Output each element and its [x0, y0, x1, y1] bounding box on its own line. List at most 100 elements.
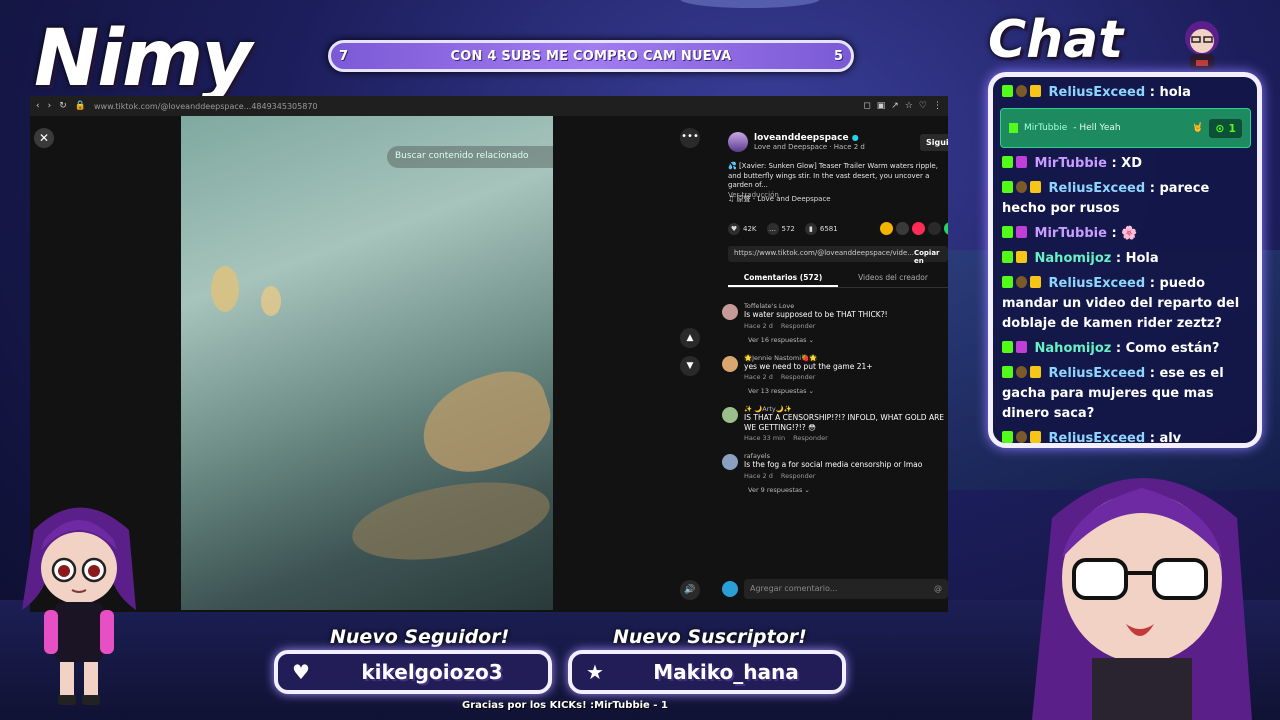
chat-text: : hola — [1149, 85, 1191, 100]
view-replies-button[interactable]: Ver 13 respuestas ⌄ — [748, 387, 873, 395]
share-icon[interactable]: ↗ — [891, 101, 899, 111]
forward-icon[interactable]: › — [48, 101, 52, 111]
save-stat[interactable]: ▮ 6581 — [804, 223, 838, 235]
crown-badge-icon — [1030, 431, 1041, 443]
commenter-avatar[interactable] — [722, 407, 738, 423]
back-icon[interactable]: ‹ — [36, 101, 40, 111]
reply-button[interactable]: Responder — [781, 322, 816, 330]
url-field[interactable]: www.tiktok.com/@loveanddeepspace...48493… — [94, 102, 855, 111]
chat-username[interactable]: MirTubbie — [1035, 156, 1107, 171]
chat-username[interactable]: ReliusExceed — [1049, 431, 1146, 443]
address-bar: ‹ › ↻ 🔒 www.tiktok.com/@loveanddeepspace… — [30, 96, 948, 116]
tab-creator-videos[interactable]: Videos del creador — [838, 266, 948, 287]
add-comment-input[interactable]: Agregar comentario... @ — [744, 579, 948, 599]
kicks-icon: ⊙ — [1215, 121, 1225, 135]
commenter-avatar[interactable] — [722, 454, 738, 470]
chat-text: : 🌸 — [1111, 226, 1138, 241]
kicks-amount: ⊙ 1 — [1209, 118, 1242, 138]
video-link[interactable]: https://www.tiktok.com/@loveanddeepspace… — [734, 249, 914, 259]
share-coin-icon[interactable] — [880, 222, 893, 235]
comment-stat[interactable]: … 572 — [766, 223, 795, 235]
commenter-name[interactable]: ✨ 🌙Arty🌙✨ — [744, 405, 948, 413]
chat-message: ReliusExceed : parece hecho por rusos — [1002, 179, 1249, 219]
extension-icon[interactable]: ▣ — [877, 101, 886, 111]
commenter-name[interactable]: Toffelate's Love — [744, 302, 888, 310]
bookmark-icon[interactable]: ◻ — [863, 101, 870, 111]
description-text: 💦 [Xavier: Sunken Glow] Teaser Trailer W… — [728, 162, 938, 189]
related-search-input[interactable]: Buscar contenido relacionado ⌕ — [387, 146, 553, 168]
chat-message: ReliusExceed : hola — [1002, 83, 1249, 103]
previous-video-button[interactable]: ▲ — [680, 328, 700, 348]
chibi-avatar-left — [22, 507, 136, 705]
share-green-icon[interactable] — [944, 222, 948, 235]
chat-username[interactable]: ReliusExceed — [1049, 276, 1146, 291]
commenter-avatar[interactable] — [722, 304, 738, 320]
close-video-button[interactable]: ✕ — [34, 128, 54, 148]
heart-icon[interactable]: ♡ — [919, 101, 927, 111]
kick-badge-icon — [1002, 156, 1013, 168]
music-info[interactable]: ♫ 原聲 - Love and Deepspace — [728, 194, 831, 204]
author-username[interactable]: loveanddeepspace — [754, 133, 849, 143]
sub-badge-icon — [1016, 276, 1027, 288]
comment-list: Toffelate's Love Is water supposed to be… — [722, 302, 948, 504]
heart-icon: ♥ — [292, 660, 310, 684]
chat-message: Nahomijoz : Como están? — [1002, 339, 1249, 359]
star-icon: ★ — [586, 660, 604, 684]
chat-title: Chat — [988, 10, 1124, 70]
reload-icon[interactable]: ↻ — [59, 101, 67, 111]
kick-badge-icon — [1009, 123, 1018, 133]
video-frame-detail — [261, 286, 281, 316]
follow-button[interactable]: Siguie — [920, 134, 948, 151]
comment-time: Hace 33 min — [744, 434, 786, 442]
comment-item: Toffelate's Love Is water supposed to be… — [722, 302, 948, 344]
more-options-button[interactable]: ••• — [680, 128, 700, 148]
share-red-icon[interactable] — [912, 222, 925, 235]
view-replies-button[interactable]: Ver 16 respuestas ⌄ — [748, 336, 888, 344]
commenter-name[interactable]: 🌟Jennie Nastomi🍓🌟 — [744, 354, 873, 362]
chat-username[interactable]: ReliusExceed — [1049, 366, 1146, 381]
chat-username[interactable]: Nahomijoz — [1035, 341, 1112, 356]
chat-username[interactable]: Nahomijoz — [1035, 251, 1112, 266]
vtuber-avatar-right — [1032, 478, 1252, 720]
video-player[interactable]: Buscar contenido relacionado ⌕ — [181, 116, 553, 610]
add-comment-placeholder: Agregar comentario... — [750, 584, 838, 593]
chat-text: : Como están? — [1115, 341, 1220, 356]
star-icon[interactable]: ☆ — [905, 101, 913, 111]
reply-button[interactable]: Responder — [793, 434, 828, 442]
goal-left-count: 7 — [339, 48, 349, 64]
commenter-avatar[interactable] — [722, 355, 738, 372]
music-icon: ♫ — [728, 195, 735, 203]
chat-box: ReliusExceed : hola MirTubbie - Hell Yea… — [988, 72, 1262, 448]
comment-text: Is the fog a for social media censorship… — [744, 460, 923, 469]
view-replies-button[interactable]: Ver 9 respuestas ⌄ — [748, 486, 922, 494]
mention-icon[interactable]: @ — [934, 584, 942, 594]
like-icon: ♥ — [728, 223, 740, 235]
embed-icon[interactable] — [896, 222, 909, 235]
new-follower-name: kikelgoiozo3 — [361, 660, 503, 684]
author-avatar[interactable] — [728, 132, 748, 152]
chat-username[interactable]: ReliusExceed — [1049, 85, 1146, 100]
crown-badge-icon — [1030, 85, 1041, 97]
volume-button[interactable]: 🔊 — [680, 580, 700, 600]
next-video-button[interactable]: ▼ — [680, 356, 700, 376]
sub-badge-icon — [1016, 366, 1027, 378]
share-x-icon[interactable] — [928, 222, 941, 235]
highlight-username[interactable]: MirTubbie — [1024, 123, 1067, 133]
menu-icon[interactable]: ⋮ — [933, 101, 942, 111]
new-follower-label: Nuevo Seguidor! — [330, 626, 510, 648]
kick-badge-icon — [1002, 181, 1013, 193]
like-stat[interactable]: ♥ 42K — [728, 223, 757, 235]
chat-message: Nahomijoz : Hola — [1002, 249, 1249, 269]
tab-comments[interactable]: Comentarios (572) — [728, 266, 838, 287]
sub-badge-icon — [1016, 226, 1027, 238]
goal-right-count: 5 — [833, 48, 843, 64]
crown-badge-icon — [1016, 251, 1027, 263]
chat-username[interactable]: MirTubbie — [1035, 226, 1107, 241]
comment-item: rafayels Is the fog a for social media c… — [722, 452, 948, 494]
commenter-name[interactable]: rafayels — [744, 452, 922, 460]
crown-badge-icon — [1030, 181, 1041, 193]
reply-button[interactable]: Responder — [781, 373, 816, 381]
copy-link-button[interactable]: Copiar en — [914, 249, 942, 265]
chat-username[interactable]: ReliusExceed — [1049, 181, 1146, 196]
reply-button[interactable]: Responder — [781, 472, 816, 480]
